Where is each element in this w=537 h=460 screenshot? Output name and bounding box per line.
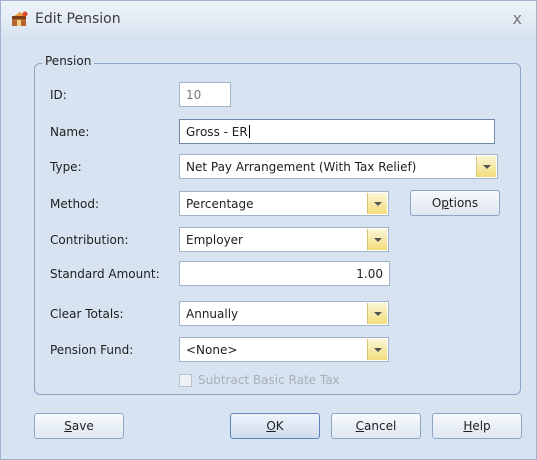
contribution-value: Employer xyxy=(186,233,243,247)
edit-pension-dialog: Edit Pension x Pension ID: 10 Name: Gros… xyxy=(0,0,537,460)
chevron-down-icon[interactable] xyxy=(367,339,387,360)
subtract-basic-rate-tax-checkbox xyxy=(179,374,192,387)
dialog-title: Edit Pension xyxy=(35,11,121,27)
standard-amount-label: Standard Amount: xyxy=(50,267,160,281)
id-field: 10 xyxy=(179,82,231,107)
type-value: Net Pay Arrangement (With Tax Relief) xyxy=(186,160,417,174)
subtract-basic-rate-tax-label: Subtract Basic Rate Tax xyxy=(198,373,340,387)
clear-totals-label: Clear Totals: xyxy=(50,307,124,321)
pension-fund-value: <None> xyxy=(186,343,238,357)
ok-button[interactable]: OK xyxy=(230,413,320,439)
pension-fund-select[interactable]: <None> xyxy=(179,337,389,362)
method-label: Method: xyxy=(50,197,100,211)
cancel-button[interactable]: Cancel xyxy=(331,413,421,439)
name-value: Gross - ER xyxy=(186,125,248,139)
type-label: Type: xyxy=(50,160,82,174)
contribution-label: Contribution: xyxy=(50,233,129,247)
method-select[interactable]: Percentage xyxy=(179,191,389,216)
pension-fund-label: Pension Fund: xyxy=(50,343,134,357)
name-input[interactable]: Gross - ER xyxy=(179,119,495,144)
close-icon[interactable]: x xyxy=(513,9,522,28)
chevron-down-icon[interactable] xyxy=(367,193,387,214)
standard-amount-input[interactable]: 1.00 xyxy=(179,261,390,286)
save-button[interactable]: Save xyxy=(34,413,124,439)
clear-totals-value: Annually xyxy=(186,307,239,321)
app-icon xyxy=(12,11,28,26)
help-button[interactable]: Help xyxy=(432,413,522,439)
type-select[interactable]: Net Pay Arrangement (With Tax Relief) xyxy=(179,154,498,179)
pension-group-label: Pension xyxy=(42,54,95,68)
contribution-select[interactable]: Employer xyxy=(179,227,389,252)
id-label: ID: xyxy=(50,88,67,102)
chevron-down-icon[interactable] xyxy=(476,156,496,177)
options-button[interactable]: Options xyxy=(410,190,500,216)
chevron-down-icon[interactable] xyxy=(367,303,387,324)
method-value: Percentage xyxy=(186,197,254,211)
title-bar: Edit Pension x xyxy=(1,1,536,37)
name-label: Name: xyxy=(50,125,90,139)
chevron-down-icon[interactable] xyxy=(367,229,387,250)
clear-totals-select[interactable]: Annually xyxy=(179,301,389,326)
text-caret xyxy=(248,125,250,138)
